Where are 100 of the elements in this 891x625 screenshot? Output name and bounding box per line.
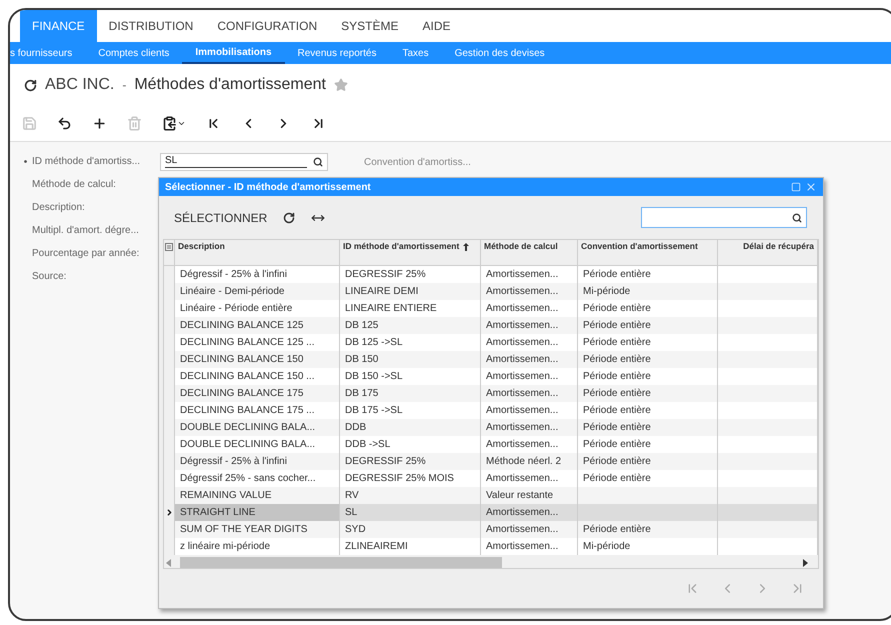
select-button[interactable]: SÉLECTIONNER (174, 208, 268, 226)
table-cell-text: SL (345, 506, 358, 520)
table-cell-text: Période entière (583, 302, 651, 316)
table-cell-text: Amortissemen... (486, 336, 558, 350)
menu-tab[interactable]: SYSTÈME (329, 10, 410, 42)
table-row[interactable]: Linéaire - Demi-période LINEAIRE DEMI Amortissemen... Mi-période (164, 283, 818, 300)
table-row[interactable]: Dégressif - 25% à l'infini DEGRESSIF 25% Méthode néerl. 2 Période entière (164, 453, 818, 470)
field-label: Méthode de calcul: (32, 178, 117, 192)
table-cell-text: DECLINING BALANCE 175 ... (180, 404, 314, 418)
table-row[interactable]: Dégressif - 25% à l'infini DEGRESSIF 25% Amortissemen... Période entière (164, 266, 818, 283)
grid-menu-icon[interactable] (165, 243, 173, 251)
separator: - (122, 77, 126, 94)
table-row[interactable]: z linéaire mi-période ZLINEAIREMI Amortissemen... Mi-période (164, 538, 818, 555)
table-cell-text: Linéaire - Demi-période (180, 285, 284, 299)
column-header[interactable]: ID méthode d'amortissement (343, 242, 460, 251)
table-cell-text: Amortissemen... (486, 370, 558, 384)
table-row[interactable]: DECLINING BALANCE 150 ... DB 150 ->SL Amortissemen... Période entière (164, 368, 818, 385)
search-icon[interactable] (792, 212, 802, 222)
column-header[interactable]: Description (178, 242, 225, 251)
table-cell-text: Période entière (583, 404, 651, 418)
table-cell-text: Mi-période (583, 540, 630, 554)
undo-icon[interactable] (57, 116, 72, 131)
table-cell-text: Valeur restante (486, 489, 554, 503)
table-cell-text: Amortissemen... (486, 404, 558, 418)
table-cell-text: LINEAIRE DEMI (345, 285, 418, 299)
table-cell-text: Période entière (583, 438, 651, 452)
field-label: Source: (32, 270, 68, 284)
table-cell-text: DECLINING BALANCE 175 (180, 387, 304, 401)
table-cell-text: Période entière (583, 353, 651, 367)
star-icon[interactable] (334, 78, 348, 92)
table-cell-text: Amortissemen... (486, 387, 558, 401)
column-header[interactable]: Délai de récupéra (743, 242, 814, 251)
table-row[interactable]: DECLINING BALANCE 150 DB 150 Amortissemen... Période entière (164, 351, 818, 368)
input-field[interactable]: SL (160, 152, 328, 170)
table-row[interactable]: Linéaire - Période entière LINEAIRE ENTIERE Amortissemen... Période entière (164, 300, 818, 317)
table-cell-text: ZLINEAIREMI (345, 540, 408, 554)
table-cell-text: SYD (345, 523, 366, 537)
refresh-icon[interactable] (283, 212, 296, 224)
table-cell-text: Amortissemen... (486, 472, 558, 486)
search-icon[interactable] (313, 156, 323, 166)
table-cell-text: Amortissemen... (486, 438, 558, 452)
sort-arrow-icon[interactable] (463, 243, 470, 251)
table-cell-text: DECLINING BALANCE 125 ... (180, 336, 314, 350)
table-cell-text: DB 125 (345, 319, 378, 333)
company-name[interactable]: ABC INC. (45, 73, 114, 97)
table-row[interactable]: Dégressif 25% - sans cocher... DEGRESSIF 25% MOIS Amortissemen... Période entière (164, 470, 818, 487)
close-icon[interactable] (805, 181, 817, 193)
table-cell-text: Amortissemen... (486, 353, 558, 367)
table-cell-text: Période entière (583, 472, 651, 486)
table-row[interactable]: DECLINING BALANCE 175 DB 175 Amortissemen... Période entière (164, 385, 818, 402)
menu-tab[interactable]: AIDE (410, 10, 462, 42)
table-cell-text: DOUBLE DECLINING BALA... (180, 421, 316, 435)
table-cell-text: Méthode néerl. 2 (486, 455, 562, 469)
table-cell-text: DB 150 (345, 353, 378, 367)
table-cell-text: Période entière (583, 336, 651, 350)
table-row[interactable]: DECLINING BALANCE 125 DB 125 Amortissemen... Période entière (164, 317, 818, 334)
maximize-icon[interactable] (791, 182, 801, 192)
table-cell-text: REMAINING VALUE (180, 489, 272, 503)
scrollbar-thumb[interactable] (180, 556, 502, 568)
table-cell-text: DEGRESSIF 25% (345, 268, 426, 282)
table-cell-text: DECLINING BALANCE 150 ... (180, 370, 314, 384)
caret-icon[interactable] (177, 119, 186, 128)
field-label: ID méthode d'amortiss... (32, 155, 142, 169)
field-label: Multipl. d'amort. dégre... (32, 224, 140, 238)
table-cell-text: DB 150 ->SL (345, 370, 403, 384)
table-cell-text: DDB (345, 421, 366, 435)
table-cell-text: DEGRESSIF 25% (345, 455, 426, 469)
table-cell-text: STRAIGHT LINE (180, 506, 256, 520)
table-row[interactable]: DOUBLE DECLINING BALA... DDB ->SL Amortissemen... Période entière (164, 436, 818, 453)
table-cell-text: RV (345, 489, 359, 503)
table-cell-text: Linéaire - Période entière (180, 302, 292, 316)
column-header[interactable]: Convention d'amortissement (581, 242, 698, 251)
table-cell-text: Amortissemen... (486, 506, 558, 520)
refresh-icon[interactable] (24, 78, 37, 92)
field-label: Convention d'amortiss... (364, 156, 471, 167)
plus-icon[interactable] (92, 116, 107, 131)
table-cell-text: Dégressif 25% - sans cocher... (180, 472, 316, 486)
table-row[interactable]: DECLINING BALANCE 175 ... DB 175 ->SL Amortissemen... Période entière (164, 402, 818, 419)
table-cell-text: Amortissemen... (486, 285, 558, 299)
table-cell-text: SUM OF THE YEAR DIGITS (180, 523, 308, 537)
menu-tab[interactable]: CONFIGURATION (205, 10, 330, 42)
table-cell-text: Amortissemen... (486, 302, 558, 316)
table-row[interactable]: DOUBLE DECLINING BALA... DDB Amortissemen... Période entière (164, 419, 818, 436)
table-row[interactable]: REMAINING VALUE RV Valeur restante (164, 487, 818, 504)
scroll-right-icon[interactable] (802, 559, 808, 567)
page-title: Méthodes d'amortissement (134, 75, 326, 95)
column-header[interactable]: Méthode de calcul (484, 242, 558, 251)
table-row[interactable]: DECLINING BALANCE 125 ... DB 125 ->SL Amortissemen... Période entière (164, 334, 818, 351)
search-field[interactable] (641, 207, 807, 228)
table-cell-text: Amortissemen... (486, 540, 558, 554)
clipboard-icon[interactable] (162, 116, 177, 131)
table-row[interactable]: SUM OF THE YEAR DIGITS SYD Amortissemen... Période entière (164, 521, 818, 538)
table-cell-text: DECLINING BALANCE 150 (180, 353, 304, 367)
table-cell-text: Mi-période (583, 285, 630, 299)
current-row-icon (164, 508, 174, 517)
table-cell-text: Amortissemen... (486, 421, 558, 435)
table-cell-text: DOUBLE DECLINING BALA... (180, 438, 316, 452)
table-cell-text: Amortissemen... (486, 523, 558, 537)
table-row[interactable]: STRAIGHT LINE SL Amortissemen... (164, 504, 818, 521)
menu-tab[interactable]: DISTRIBUTION (96, 10, 206, 42)
